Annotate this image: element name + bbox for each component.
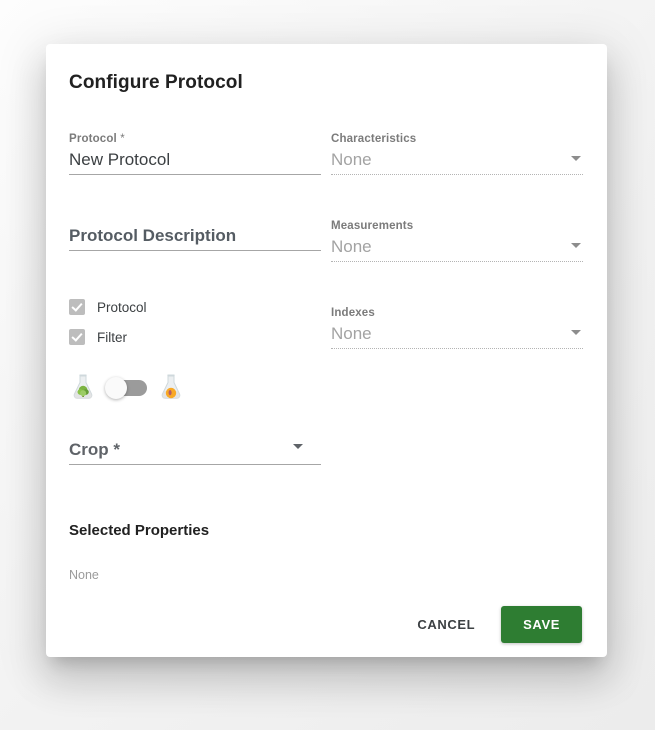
indexes-field-label: Indexes (331, 306, 583, 320)
characteristics-field[interactable]: Characteristics None (331, 132, 583, 175)
characteristics-field-label: Characteristics (331, 132, 583, 146)
protocol-description-field[interactable]: Protocol Description (69, 222, 321, 251)
dialog-title: Configure Protocol (69, 72, 243, 94)
checkbox-protocol[interactable]: Protocol (69, 298, 147, 316)
switch-thumb[interactable] (105, 377, 127, 399)
chevron-down-icon[interactable] (571, 330, 581, 335)
flask-tree-icon (69, 373, 97, 403)
checkbox-filter[interactable]: Filter (69, 328, 127, 346)
protocol-mode-toggle-group[interactable] (69, 372, 185, 404)
protocol-description-underline (69, 250, 321, 251)
checkbox-filter-label: Filter (97, 330, 127, 345)
indexes-field-value[interactable]: None (331, 320, 583, 348)
indexes-field[interactable]: Indexes None (331, 306, 583, 349)
checkbox-protocol-label: Protocol (97, 300, 147, 315)
protocol-field-value[interactable]: New Protocol (69, 146, 321, 174)
chevron-down-icon[interactable] (571, 243, 581, 248)
chevron-down-icon[interactable] (571, 156, 581, 161)
configure-protocol-dialog: Configure Protocol Protocol New Protocol… (46, 44, 607, 657)
flask-fruit-icon (157, 373, 185, 403)
protocol-field-label: Protocol (69, 132, 321, 146)
chevron-down-icon[interactable] (293, 444, 303, 449)
protocol-field-underline (69, 174, 321, 175)
save-button[interactable]: SAVE (501, 606, 582, 643)
indexes-field-underline (331, 348, 583, 349)
crop-field-placeholder[interactable]: Crop * (69, 436, 321, 464)
characteristics-field-underline (331, 174, 583, 175)
characteristics-field-value[interactable]: None (331, 146, 583, 174)
protocol-mode-switch[interactable] (107, 380, 147, 396)
crop-field-underline (69, 464, 321, 465)
selected-properties-title: Selected Properties (69, 522, 209, 539)
checkbox-checked-icon[interactable] (69, 329, 85, 345)
protocol-field[interactable]: Protocol New Protocol (69, 132, 321, 175)
cancel-button[interactable]: CANCEL (403, 607, 489, 642)
crop-field[interactable]: Crop * (69, 436, 321, 465)
protocol-description-placeholder[interactable]: Protocol Description (69, 222, 321, 250)
measurements-field-underline (331, 261, 583, 262)
dialog-actions: CANCEL SAVE (403, 606, 582, 643)
measurements-field-value[interactable]: None (331, 233, 583, 261)
measurements-field-label: Measurements (331, 219, 583, 233)
measurements-field[interactable]: Measurements None (331, 219, 583, 262)
checkbox-checked-icon[interactable] (69, 299, 85, 315)
selected-properties-empty: None (69, 568, 99, 582)
